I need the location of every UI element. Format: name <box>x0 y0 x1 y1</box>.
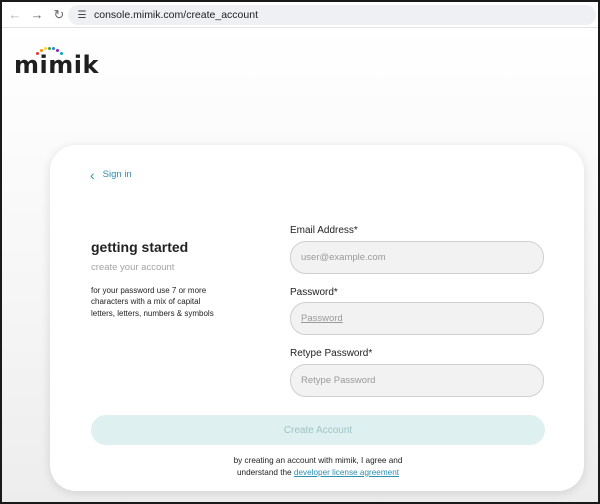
arrow-right-icon[interactable]: → <box>26 2 48 28</box>
agreement-prefix: understand the <box>236 467 292 477</box>
retype-password-field[interactable] <box>290 364 544 397</box>
agreement-line-2: understand the developer license agreeme… <box>91 467 545 479</box>
address-bar[interactable]: ☰ console.mimik.com/create_account <box>68 5 596 25</box>
logo-dot <box>48 47 51 50</box>
mimik-logo[interactable]: mimik <box>14 47 98 79</box>
agreement-text: by creating an account with mimik, I agr… <box>91 455 545 478</box>
license-agreement-link[interactable]: developer license agreement <box>294 468 399 477</box>
page-title: getting started <box>91 239 189 255</box>
chevron-left-icon: ‹ <box>90 166 95 183</box>
password-field[interactable] <box>290 302 544 335</box>
reload-icon[interactable]: ↻ <box>48 2 70 28</box>
page-body: mimik ‹ Sign in getting started create y… <box>2 29 598 502</box>
logo-dot <box>44 47 47 50</box>
create-account-button[interactable]: Create Account <box>91 415 545 445</box>
site-settings-icon[interactable]: ☰ <box>72 10 92 21</box>
password-hint: for your password use 7 or more characte… <box>91 286 214 318</box>
url-text[interactable]: console.mimik.com/create_account <box>94 9 258 21</box>
agreement-line-1: by creating an account with mimik, I agr… <box>233 456 403 465</box>
sign-in-label: Sign in <box>102 169 132 180</box>
sign-in-link[interactable]: ‹ Sign in <box>90 166 132 183</box>
email-label: Email Address* <box>290 225 358 236</box>
logo-dot <box>52 47 55 50</box>
browser-toolbar: ← → ↻ ☰ console.mimik.com/create_account <box>2 2 598 28</box>
retype-password-label: Retype Password* <box>290 348 373 359</box>
email-field[interactable] <box>290 241 544 274</box>
logo-wordmark: mimik <box>14 51 99 79</box>
page-subtitle: create your account <box>91 262 175 273</box>
password-label: Password* <box>290 287 338 298</box>
arrow-left-icon[interactable]: ← <box>4 2 26 28</box>
create-account-card: ‹ Sign in getting started create your ac… <box>50 145 584 491</box>
